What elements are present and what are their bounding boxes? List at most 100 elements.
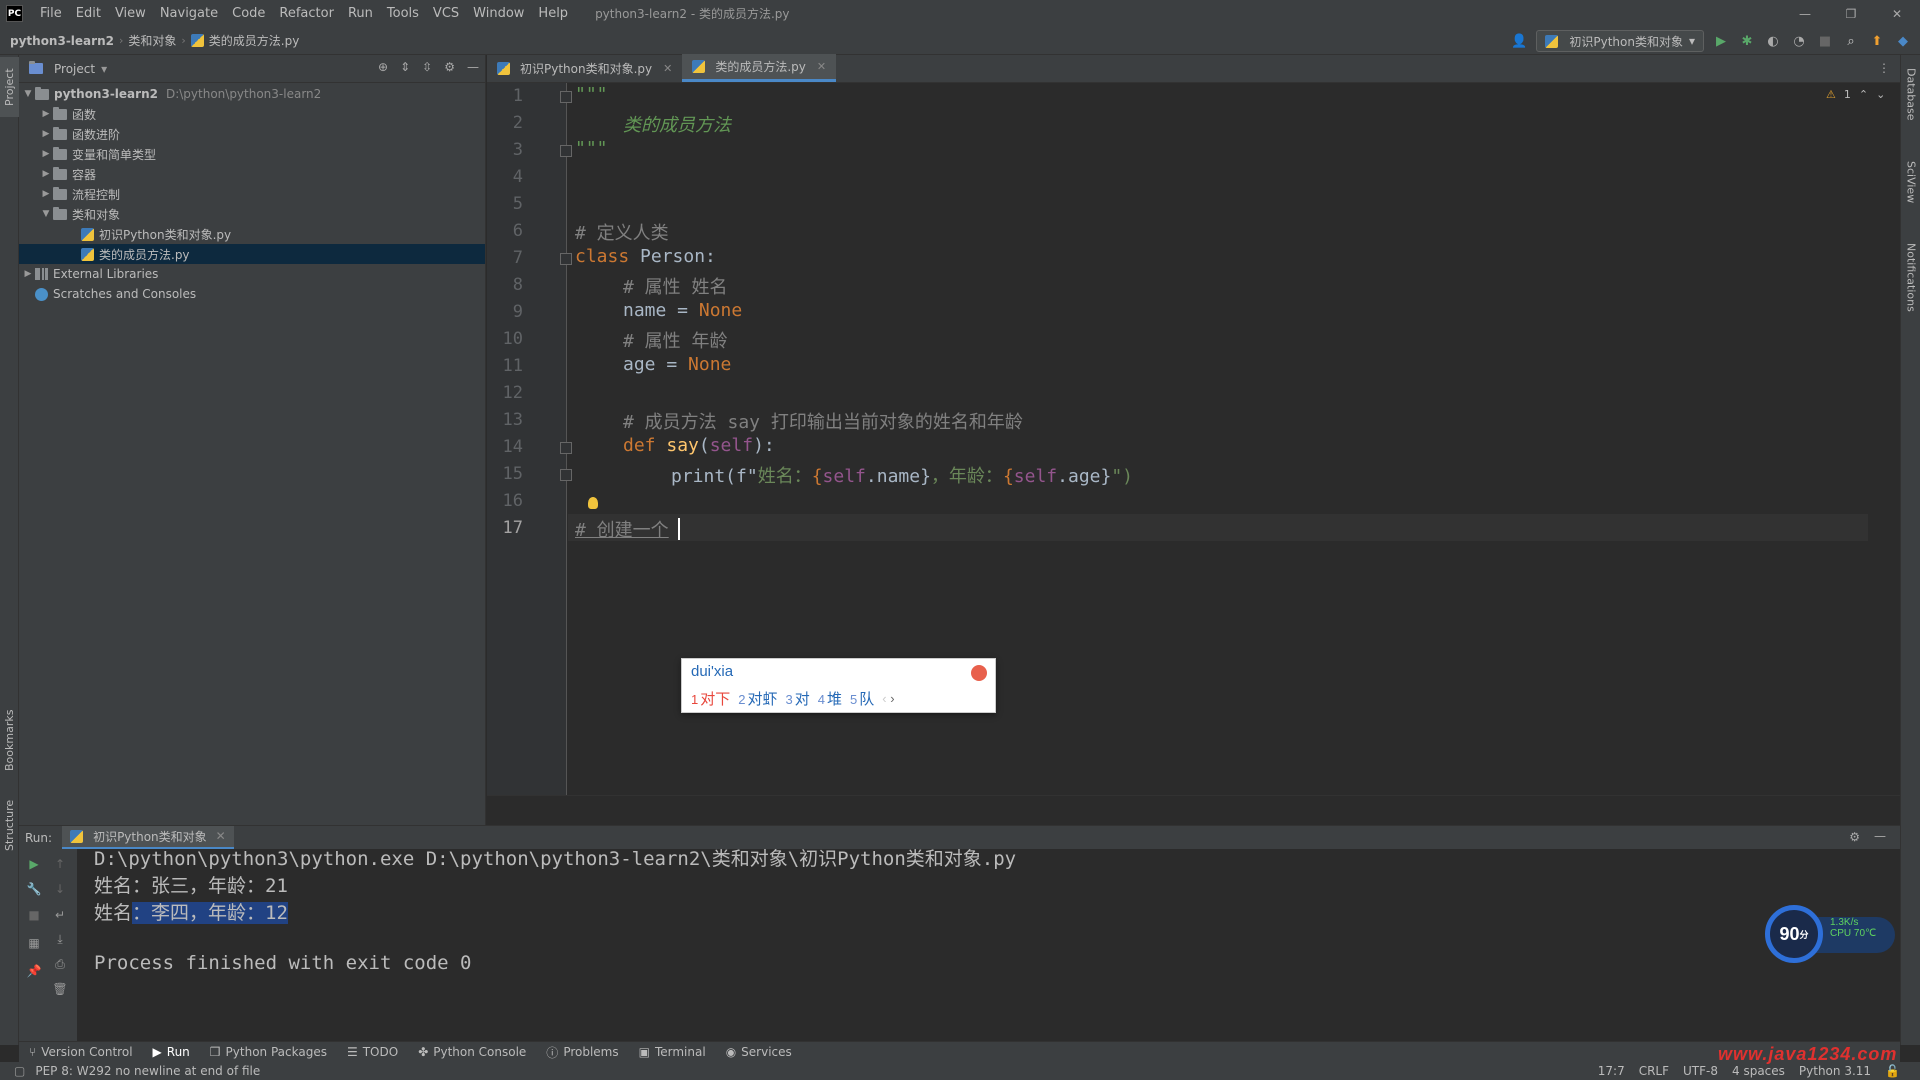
lock-icon[interactable]: 🔓 bbox=[1885, 1064, 1900, 1078]
menu-refactor[interactable]: Refactor bbox=[272, 6, 341, 21]
tree-scratches[interactable]: Scratches and Consoles bbox=[19, 284, 485, 304]
locate-icon[interactable]: ⊕ bbox=[378, 60, 388, 74]
tree-file-selected[interactable]: 类的成员方法.py bbox=[19, 244, 485, 264]
structure-tool-tab[interactable]: Structure bbox=[0, 785, 19, 865]
menu-window[interactable]: Window bbox=[466, 6, 531, 21]
ime-candidate[interactable]: 3对 bbox=[786, 688, 810, 709]
scroll-to-end-icon[interactable]: ⤓ bbox=[51, 930, 69, 948]
user-icon[interactable]: 👤 bbox=[1510, 32, 1528, 50]
project-title[interactable]: Project bbox=[54, 62, 95, 76]
collapse-all-icon[interactable]: ⇳ bbox=[422, 60, 432, 74]
down-arrow-icon[interactable]: ↓ bbox=[51, 880, 69, 898]
layout-toggle-icon[interactable]: ▢ bbox=[14, 1064, 25, 1078]
stop-icon[interactable]: ■ bbox=[1816, 32, 1834, 50]
menu-help[interactable]: Help bbox=[531, 6, 575, 21]
more-tabs-icon[interactable]: ⋮ bbox=[1878, 61, 1890, 75]
tool-run[interactable]: ▶ Run bbox=[153, 1045, 190, 1059]
inspection-widget[interactable]: ⚠ 1 ⌃ ⌄ bbox=[1826, 88, 1885, 101]
tool-terminal[interactable]: ▣ Terminal bbox=[639, 1045, 706, 1059]
tree-folder[interactable]: ▶ 变量和简单类型 bbox=[19, 144, 485, 164]
file-encoding[interactable]: UTF-8 bbox=[1683, 1064, 1718, 1078]
chevron-up-icon[interactable]: ⌃ bbox=[1859, 88, 1868, 101]
editor-tab[interactable]: 初识Python类和对象.py ✕ bbox=[487, 54, 682, 82]
project-tool-tab[interactable]: Project bbox=[0, 57, 19, 117]
tool-todo[interactable]: ☰ TODO bbox=[347, 1045, 398, 1059]
prev-page-icon[interactable]: ‹ bbox=[882, 691, 886, 706]
ime-candidate[interactable]: 2 对虾 bbox=[738, 688, 777, 709]
hide-icon[interactable]: — bbox=[1874, 829, 1886, 843]
soft-wrap-icon[interactable]: ↵ bbox=[51, 906, 69, 924]
jetbrains-icon[interactable]: ◆ bbox=[1894, 32, 1912, 50]
expand-all-icon[interactable]: ⇕ bbox=[400, 60, 410, 74]
fold-marker-icon[interactable] bbox=[560, 253, 572, 265]
hide-icon[interactable]: — bbox=[467, 60, 479, 74]
sciview-tool-tab[interactable]: SciView bbox=[1901, 150, 1920, 215]
fold-marker-icon[interactable] bbox=[560, 469, 572, 481]
tool-python-packages[interactable]: ❒ Python Packages bbox=[210, 1045, 327, 1059]
tree-folder[interactable]: ▶ 容器 bbox=[19, 164, 485, 184]
gear-icon[interactable]: ⚙ bbox=[444, 60, 455, 74]
menu-vcs[interactable]: VCS bbox=[426, 6, 466, 21]
menu-view[interactable]: View bbox=[108, 6, 153, 21]
tree-root[interactable]: ▼ python3-learn2 D:\python\python3-learn… bbox=[19, 84, 485, 104]
minimize-icon[interactable]: — bbox=[1782, 0, 1828, 27]
performance-widget[interactable]: 1.3K/s CPU 70℃ 90 分 bbox=[1765, 905, 1900, 965]
chevron-down-icon[interactable]: ▾ bbox=[101, 62, 107, 76]
close-icon[interactable]: ✕ bbox=[1874, 0, 1920, 27]
ime-candidate[interactable]: 1 对下 bbox=[691, 688, 730, 709]
breadcrumb-file[interactable]: 类的成员方法.py bbox=[209, 32, 300, 49]
wrench-icon[interactable]: 🔧 bbox=[25, 880, 43, 898]
fold-marker-icon[interactable] bbox=[560, 145, 572, 157]
tool-problems[interactable]: ⓘ Problems bbox=[546, 1044, 618, 1061]
tree-folder[interactable]: ▶ 流程控制 bbox=[19, 184, 485, 204]
rerun-icon[interactable]: ▶ bbox=[25, 855, 43, 873]
print-icon[interactable]: ⎙ bbox=[51, 955, 69, 973]
menu-tools[interactable]: Tools bbox=[380, 6, 426, 21]
debug-icon[interactable]: ✱ bbox=[1738, 32, 1756, 50]
ime-candidate[interactable]: 5队 bbox=[850, 688, 874, 709]
run-console[interactable]: D:\python\python3\python.exe D:\python\p… bbox=[77, 848, 1897, 1041]
tool-python-console[interactable]: ✤ Python Console bbox=[418, 1045, 526, 1059]
coverage-icon[interactable]: ◐ bbox=[1764, 32, 1782, 50]
run-config-select[interactable]: 初识Python类和对象 ▾ bbox=[1536, 30, 1704, 52]
profile-icon[interactable]: ◔ bbox=[1790, 32, 1808, 50]
editor-tab-active[interactable]: 类的成员方法.py ✕ bbox=[682, 54, 837, 82]
run-icon[interactable]: ▶ bbox=[1712, 32, 1730, 50]
menu-run[interactable]: Run bbox=[341, 6, 380, 21]
tree-external-libraries[interactable]: ▶ External Libraries bbox=[19, 264, 485, 284]
fold-marker-icon[interactable] bbox=[560, 442, 572, 454]
database-tool-tab[interactable]: Database bbox=[1901, 57, 1920, 132]
close-tab-icon[interactable]: ✕ bbox=[216, 829, 226, 843]
menu-navigate[interactable]: Navigate bbox=[153, 6, 225, 21]
ime-logo-icon[interactable] bbox=[971, 665, 987, 681]
lightbulb-icon[interactable] bbox=[588, 497, 598, 509]
tool-services[interactable]: ◉ Services bbox=[726, 1045, 792, 1059]
tree-folder[interactable]: ▼ 类和对象 bbox=[19, 204, 485, 224]
stop-icon[interactable]: ■ bbox=[25, 906, 43, 924]
update-icon[interactable]: ⬆ bbox=[1868, 32, 1886, 50]
pin-icon[interactable]: 📌 bbox=[25, 962, 43, 980]
next-page-icon[interactable]: › bbox=[890, 691, 894, 706]
pycharm-logo-icon[interactable]: PC bbox=[6, 5, 23, 22]
ime-candidate[interactable]: 4堆 bbox=[818, 688, 842, 709]
tree-folder[interactable]: ▶ 函数进阶 bbox=[19, 124, 485, 144]
menu-file[interactable]: File bbox=[33, 6, 69, 21]
up-arrow-icon[interactable]: ↑ bbox=[51, 855, 69, 873]
python-interpreter[interactable]: Python 3.11 bbox=[1799, 1064, 1871, 1078]
breadcrumb-project[interactable]: python3-learn2 bbox=[10, 34, 114, 48]
tree-file[interactable]: 初识Python类和对象.py bbox=[19, 224, 485, 244]
bookmarks-tool-tab[interactable]: Bookmarks bbox=[0, 700, 19, 780]
tool-version-control[interactable]: ⑂ Version Control bbox=[29, 1045, 133, 1059]
caret-position[interactable]: 17:7 bbox=[1598, 1064, 1625, 1078]
breadcrumb-folder[interactable]: 类和对象 bbox=[128, 32, 176, 49]
layout-icon[interactable]: ▦ bbox=[25, 934, 43, 952]
menu-edit[interactable]: Edit bbox=[69, 6, 108, 21]
notifications-tool-tab[interactable]: Notifications bbox=[1901, 230, 1920, 325]
restore-icon[interactable]: ❐ bbox=[1828, 0, 1874, 27]
close-tab-icon[interactable]: ✕ bbox=[817, 60, 826, 73]
indent-setting[interactable]: 4 spaces bbox=[1732, 1064, 1785, 1078]
line-separator[interactable]: CRLF bbox=[1639, 1064, 1669, 1078]
fold-marker-icon[interactable] bbox=[560, 91, 572, 103]
trash-icon[interactable]: 🗑 bbox=[51, 980, 69, 998]
menu-code[interactable]: Code bbox=[225, 6, 272, 21]
